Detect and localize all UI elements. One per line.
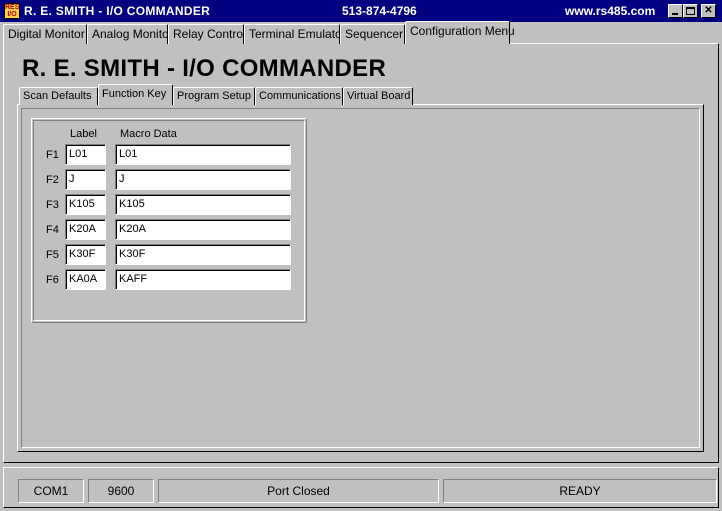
- page-title: R. E. SMITH - I/O COMMANDER: [22, 55, 387, 82]
- f1-macro-field[interactable]: L01: [115, 144, 291, 165]
- tab-terminal-emulator[interactable]: Terminal Emulator: [244, 24, 346, 44]
- app-logo-icon[interactable]: RES I/O: [4, 3, 20, 19]
- tab-digital-monitor[interactable]: Digital Monitor: [3, 24, 87, 44]
- f1-label-field[interactable]: L01: [65, 144, 106, 165]
- close-button[interactable]: ✕: [701, 4, 716, 18]
- label-column-header: Label: [70, 128, 97, 140]
- window-title: R. E. SMITH - I/O COMMANDER: [24, 4, 211, 18]
- f2-key-label: F2: [46, 174, 59, 186]
- f2-macro-field[interactable]: J: [115, 169, 291, 190]
- close-icon: ✕: [704, 5, 713, 16]
- f5-key-label: F5: [46, 249, 59, 261]
- f2-label-field[interactable]: J: [65, 169, 106, 190]
- f6-macro-field[interactable]: KAFF: [115, 269, 291, 290]
- tab-configuration-menu[interactable]: Configuration Menu: [405, 21, 515, 44]
- tab-sequencer[interactable]: Sequencer: [340, 24, 405, 44]
- tab-relay-control[interactable]: Relay Control: [168, 24, 246, 44]
- f3-macro-field[interactable]: K105: [115, 194, 291, 215]
- macro-column-header: Macro Data: [120, 128, 177, 140]
- f1-key-label: F1: [46, 149, 59, 161]
- tab-program-setup[interactable]: Program Setup: [173, 87, 255, 105]
- f3-label-field[interactable]: K105: [65, 194, 106, 215]
- minimize-button[interactable]: [668, 4, 683, 18]
- maximize-icon: [686, 7, 695, 15]
- f4-macro-field[interactable]: K20A: [115, 219, 291, 240]
- status-port-state: Port Closed: [158, 479, 439, 503]
- f6-key-label: F6: [46, 274, 59, 286]
- title-url: www.rs485.com: [565, 4, 656, 18]
- f4-label-field[interactable]: K20A: [65, 219, 106, 240]
- minimize-icon: [672, 13, 678, 15]
- f3-key-label: F3: [46, 199, 59, 211]
- tab-scan-defaults[interactable]: Scan Defaults: [19, 87, 98, 105]
- status-baud: 9600: [88, 479, 154, 503]
- title-phone: 513-874-4796: [342, 4, 417, 18]
- f5-macro-field[interactable]: K30F: [115, 244, 291, 265]
- status-ready: READY: [443, 479, 717, 503]
- status-port: COM1: [18, 479, 84, 503]
- f4-key-label: F4: [46, 224, 59, 236]
- tab-virtual-board[interactable]: Virtual Board: [343, 87, 413, 105]
- f5-label-field[interactable]: K30F: [65, 244, 106, 265]
- tab-communications[interactable]: Communications: [255, 87, 343, 105]
- title-bar[interactable]: RES I/O R. E. SMITH - I/O COMMANDER 513-8…: [0, 0, 722, 22]
- tab-function-key[interactable]: Function Key: [98, 84, 173, 105]
- f6-label-field[interactable]: KA0A: [65, 269, 106, 290]
- tab-analog-monitor[interactable]: Analog Monitor: [87, 24, 173, 44]
- maximize-button[interactable]: [683, 4, 698, 18]
